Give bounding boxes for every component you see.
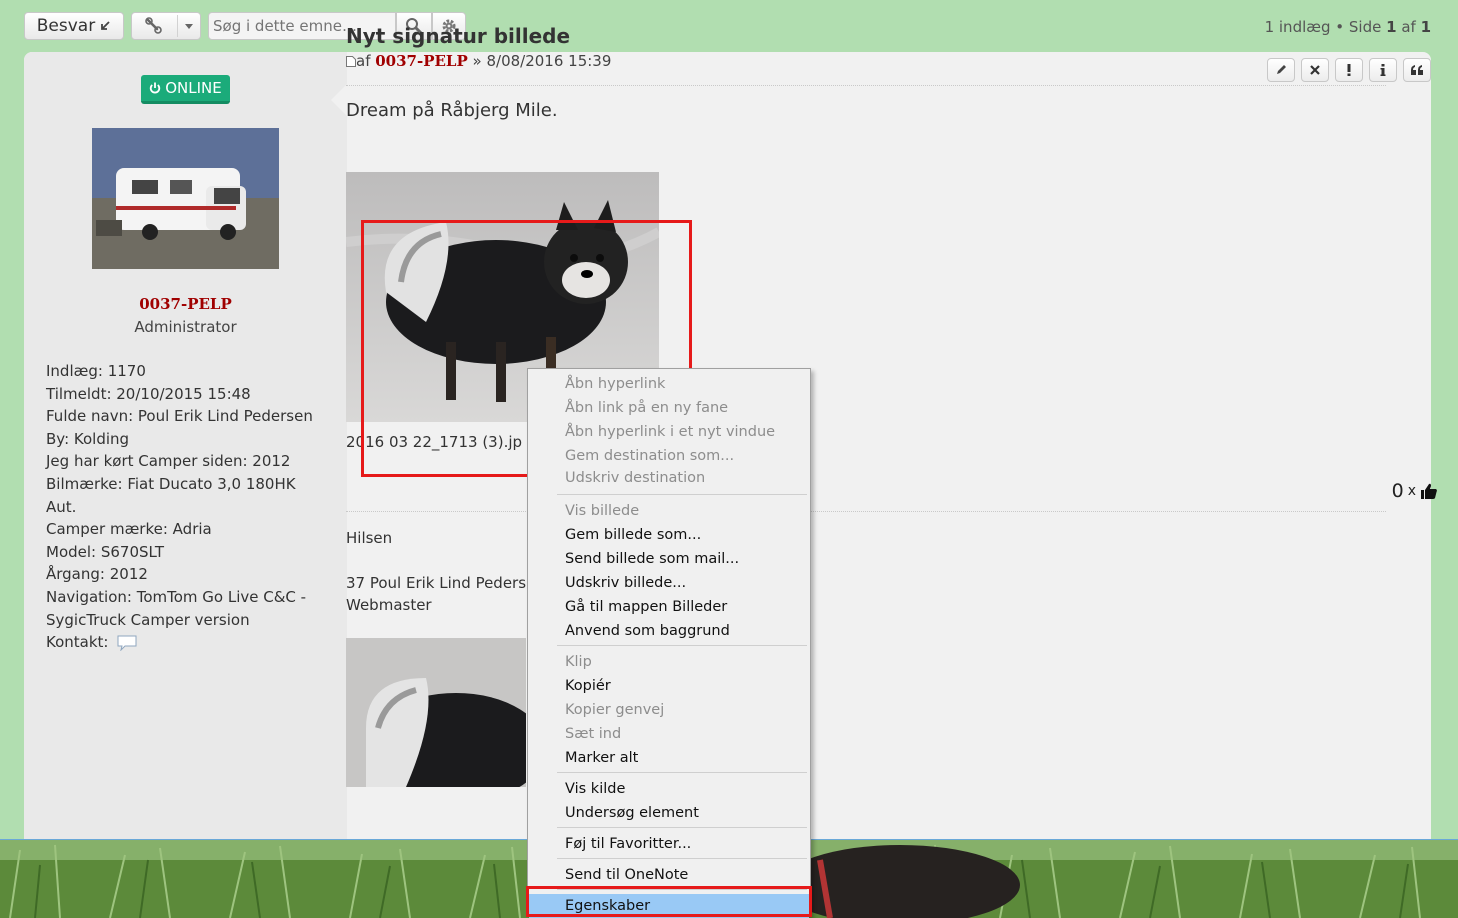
profile-field: Indlæg: 1170 (46, 362, 146, 380)
edit-button[interactable] (1267, 58, 1295, 82)
profile-field: Navigation: TomTom Go Live C&C - (46, 587, 307, 606)
like-counter[interactable]: 0x (1392, 480, 1438, 502)
profile-field: Jeg har kørt Camper siden: 2012 (46, 452, 291, 471)
menu-item-print-picture[interactable]: Udskriv billede... (529, 571, 809, 595)
post-title[interactable]: Nyt signatur billede (346, 24, 570, 48)
contact-icon[interactable] (117, 635, 137, 652)
menu-item-add-to-favorites[interactable]: Føj til Favoritter... (529, 832, 809, 856)
profile-field: Årgang: 2012 (46, 565, 148, 584)
topic-tools-button[interactable] (131, 12, 201, 40)
profile-field: Model: S670SLT (46, 542, 164, 561)
menu-item-save-picture-as[interactable]: Gem billede som... (529, 523, 809, 547)
delete-button[interactable] (1301, 58, 1329, 82)
post-body: Dream på Råbjerg Mile. (346, 100, 558, 121)
info-icon (1380, 64, 1386, 76)
post-meta: af 0037-PELP » 8/08/2016 15:39 (346, 52, 611, 70)
menu-item-inspect-element[interactable]: Undersøg element (529, 801, 809, 825)
edit-icon (1277, 65, 1286, 74)
caret-down-icon (185, 24, 193, 29)
menu-item-copy[interactable]: Kopiér (529, 674, 809, 698)
menu-item-view-source[interactable]: Vis kilde (529, 777, 809, 801)
menu-item-open-link-new-window[interactable]: Åbn hyperlink i et nyt vindue (529, 420, 809, 444)
info-button[interactable] (1369, 58, 1397, 82)
total-pages: 1 (1420, 18, 1431, 36)
profile-field: SygicTruck Camper version (46, 610, 250, 629)
menu-item-print-target[interactable]: Udskriv destination (529, 468, 809, 488)
profile-field: Fulde navn: Poul Erik Lind Pedersen (46, 407, 313, 426)
profile-contact: Kontakt: (46, 631, 316, 654)
menu-item-cut[interactable]: Klip (529, 650, 809, 674)
report-button[interactable] (1335, 58, 1363, 82)
post-actions (1267, 58, 1431, 82)
menu-item-set-as-background[interactable]: Anvend som baggrund (529, 619, 809, 643)
online-badge: ONLINE (141, 75, 230, 104)
wrench-icon (145, 17, 162, 34)
menu-item-save-target-as[interactable]: Gem destination som... (529, 444, 809, 468)
profile-field: Bilmærke: Fiat Ducato 3,0 180HK Aut. (46, 474, 296, 516)
menu-item-show-picture[interactable]: Vis billede (529, 499, 809, 523)
menu-item-paste[interactable]: Sæt ind (529, 722, 809, 746)
pagination-info: 1 indlæg • Side 1 af 1 (1264, 18, 1431, 36)
delete-icon (1310, 65, 1320, 75)
current-page: 1 (1386, 18, 1397, 36)
post-author[interactable]: 0037-PELP (375, 52, 468, 70)
highlight-box-properties (526, 886, 812, 917)
author-profile: ONLINE 0037-PELP Administrator Indlæg: 1… (24, 52, 347, 839)
profile-field: Camper mærke: Adria (46, 520, 212, 539)
reply-arrow-icon (101, 21, 110, 30)
power-icon (150, 82, 161, 94)
profile-field: Tilmeldt: 20/10/2015 15:48 (46, 384, 251, 403)
signature-greeting: Hilsen (346, 529, 393, 547)
quote-icon (1411, 65, 1423, 75)
reply-button[interactable]: Besvar (24, 12, 124, 40)
thumbs-up-icon[interactable] (1420, 482, 1438, 500)
menu-item-select-all[interactable]: Marker alt (529, 746, 809, 770)
context-menu: Åbn hyperlink Åbn link på en ny fane Åbn… (527, 368, 811, 918)
menu-item-go-to-pictures[interactable]: Gå til mappen Billeder (529, 595, 809, 619)
signature-image[interactable] (346, 638, 526, 787)
profile-fields: Indlæg: 1170 Tilmeldt: 20/10/2015 15:48 … (46, 360, 316, 654)
menu-item-email-picture[interactable]: Send billede som mail... (529, 547, 809, 571)
signature-name: 37 Poul Erik Lind Peders (346, 574, 527, 592)
menu-item-copy-shortcut[interactable]: Kopier genvej (529, 698, 809, 722)
reply-button-label: Besvar (36, 16, 96, 36)
avatar[interactable] (92, 128, 279, 269)
author-username[interactable]: 0037-PELP (24, 295, 347, 313)
signature-role: Webmaster (346, 596, 432, 614)
report-icon (1347, 64, 1351, 76)
author-rank: Administrator (134, 318, 237, 336)
menu-item-open-link-new-tab[interactable]: Åbn link på en ny fane (529, 396, 809, 420)
profile-field: By: Kolding (46, 429, 130, 448)
post-date: » 8/08/2016 15:39 (467, 52, 612, 70)
post-icon (346, 56, 356, 67)
menu-item-send-to-onenote[interactable]: Send til OneNote (529, 863, 809, 887)
quote-button[interactable] (1403, 58, 1431, 82)
menu-item-open-hyperlink[interactable]: Åbn hyperlink (529, 372, 809, 396)
